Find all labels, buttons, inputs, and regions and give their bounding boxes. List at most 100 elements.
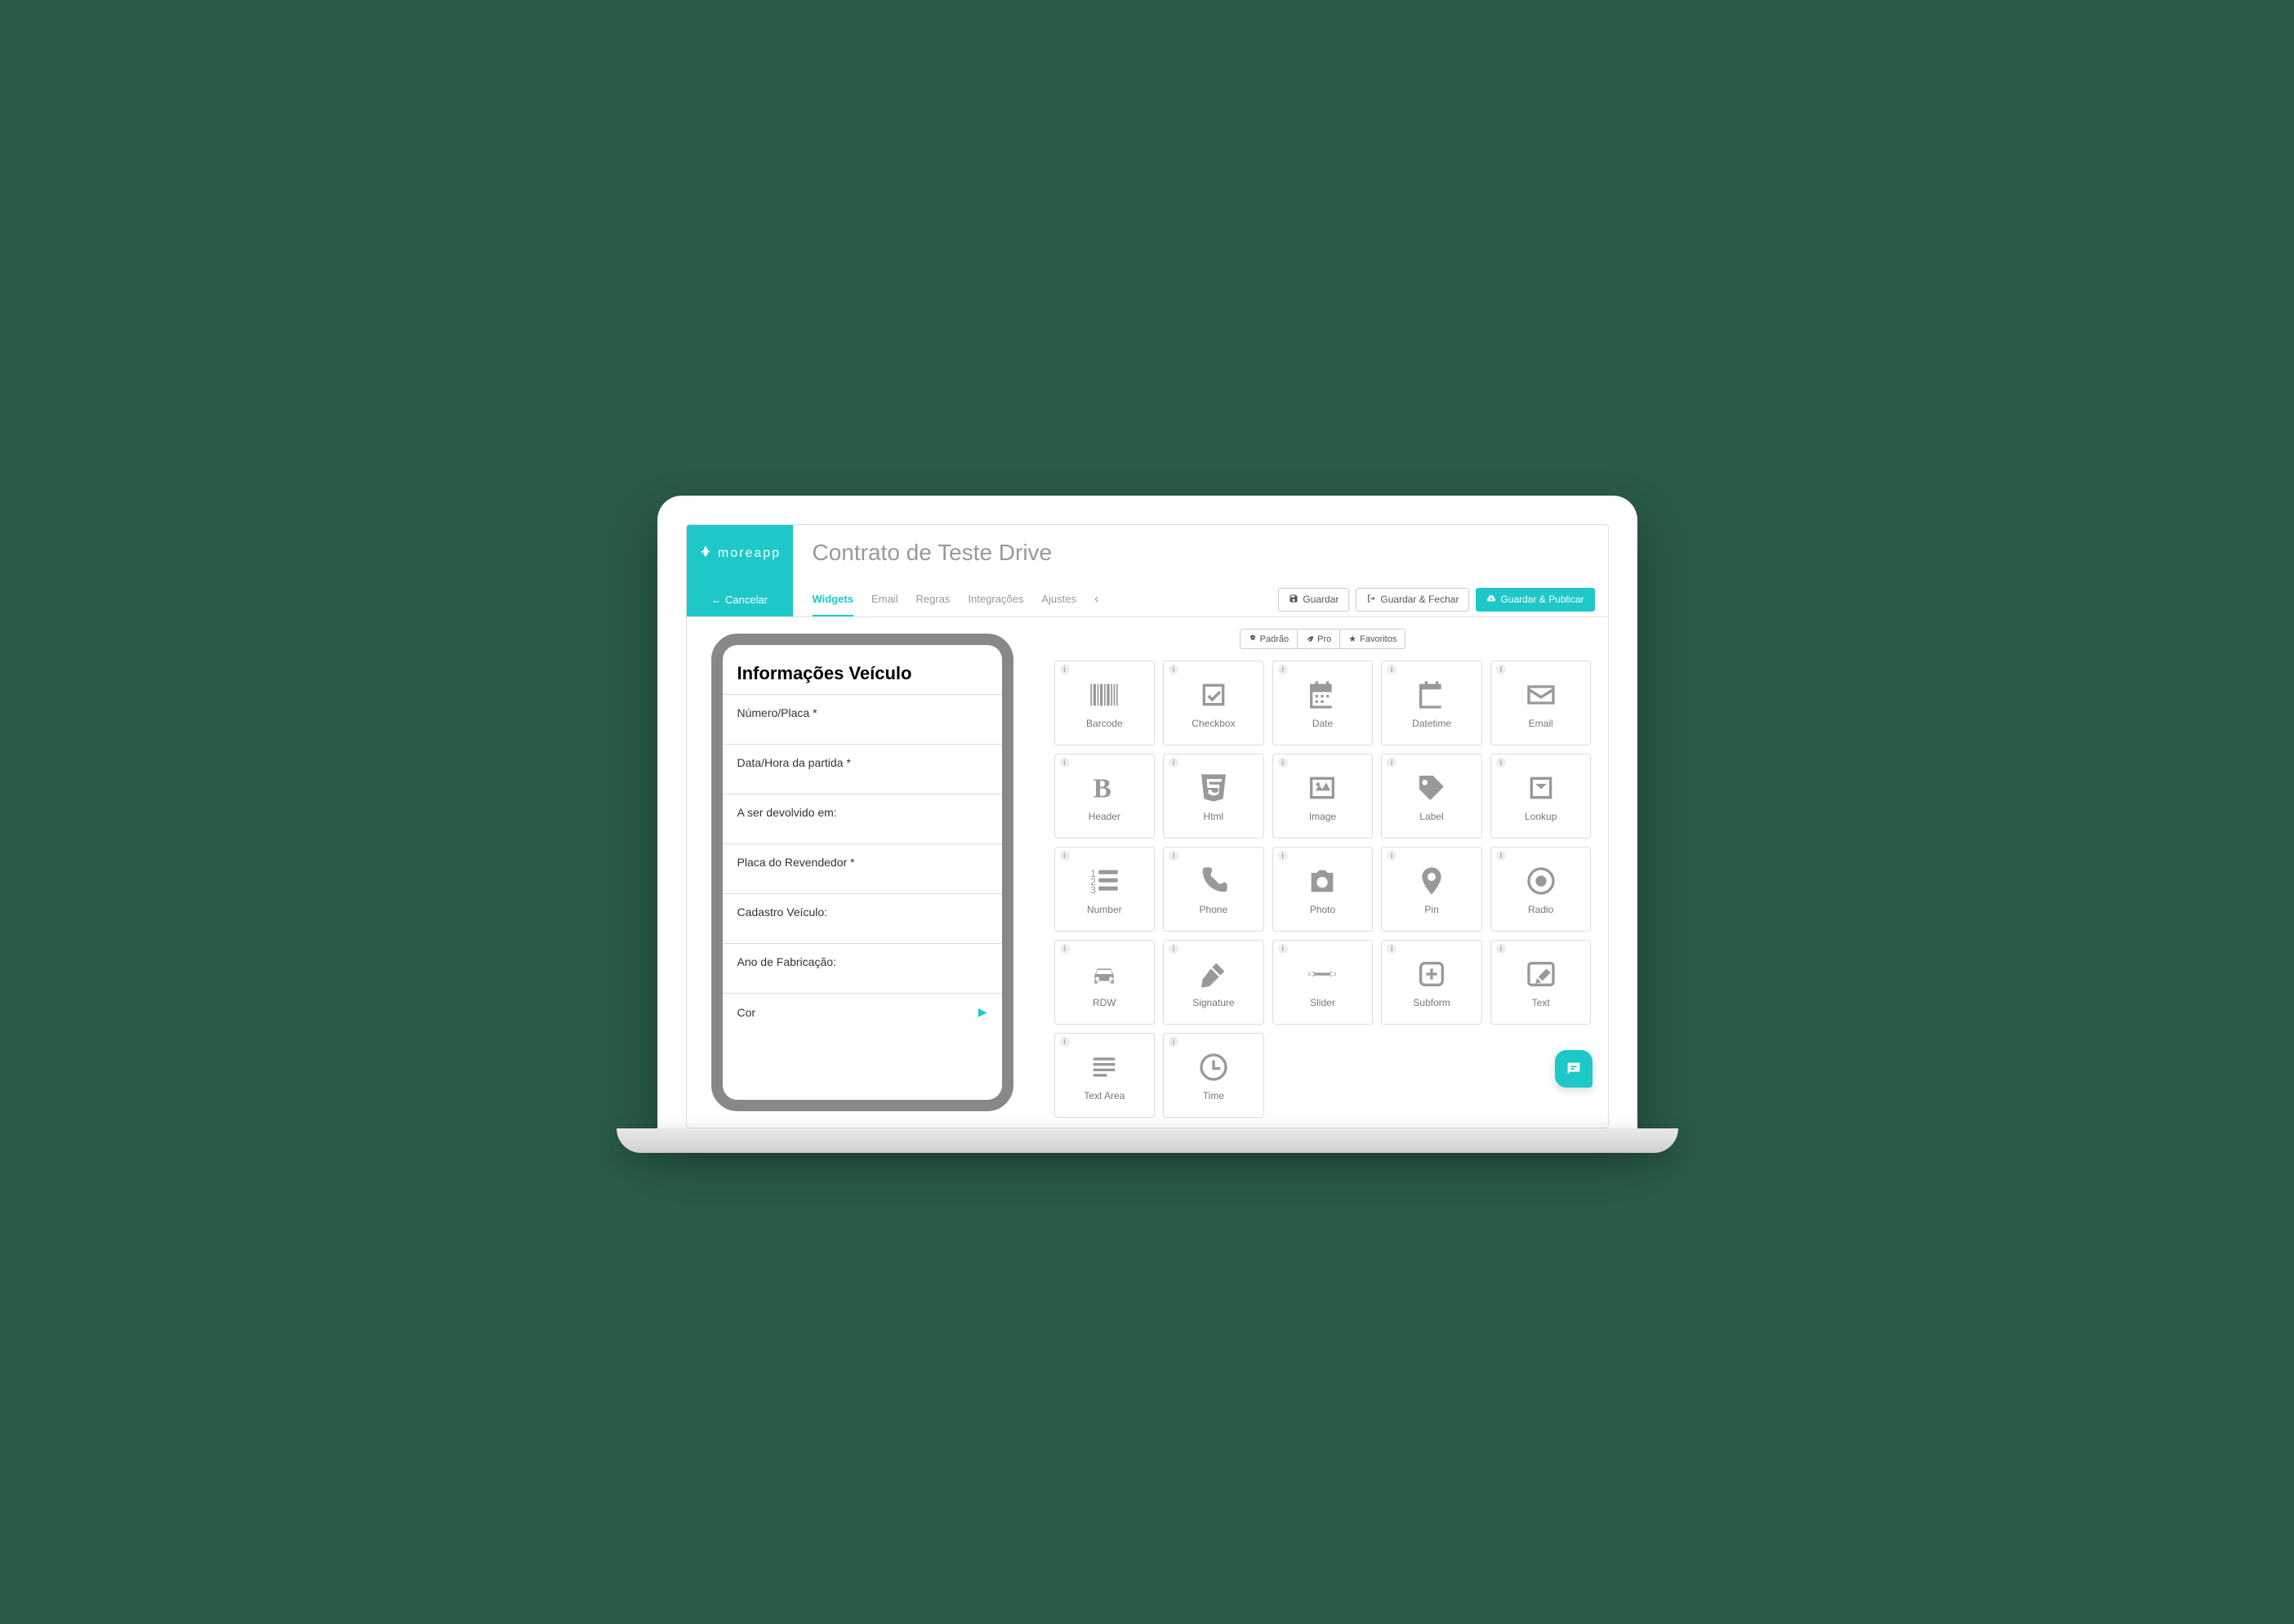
tab-widgets[interactable]: Widgets bbox=[813, 583, 853, 616]
info-icon[interactable]: i bbox=[1496, 851, 1506, 861]
info-icon[interactable]: i bbox=[1496, 758, 1506, 768]
widget-radio[interactable]: i Radio bbox=[1490, 847, 1592, 932]
info-icon[interactable]: i bbox=[1169, 851, 1178, 861]
filter-pro[interactable]: Pro bbox=[1298, 629, 1340, 649]
info-icon[interactable]: i bbox=[1278, 665, 1288, 674]
form-field-placa-revendedor[interactable]: Placa do Revendedor * bbox=[723, 843, 1002, 893]
text-icon bbox=[1523, 956, 1559, 992]
info-icon[interactable]: i bbox=[1060, 944, 1070, 954]
widget-rdw[interactable]: i RDW bbox=[1054, 940, 1156, 1025]
widget-slider[interactable]: iSlider bbox=[1272, 940, 1374, 1025]
widget-photo[interactable]: iPhoto bbox=[1272, 847, 1374, 932]
info-icon[interactable]: i bbox=[1387, 758, 1396, 768]
widget-html[interactable]: iHtml bbox=[1163, 754, 1264, 839]
photo-icon bbox=[1304, 863, 1340, 899]
widget-email[interactable]: i Email bbox=[1490, 661, 1592, 745]
widget-label: Phone bbox=[1200, 904, 1228, 915]
chat-fab[interactable] bbox=[1555, 1050, 1592, 1088]
widget-label: Text Area bbox=[1084, 1090, 1125, 1101]
textarea-icon bbox=[1086, 1049, 1122, 1085]
widget-label: Radio bbox=[1528, 904, 1553, 915]
widget-time[interactable]: iTime bbox=[1163, 1033, 1264, 1118]
widget-label: Email bbox=[1529, 718, 1553, 729]
form-field-cor[interactable]: Cor ▶ bbox=[723, 993, 1002, 1030]
play-icon: ▶ bbox=[978, 1005, 987, 1019]
info-icon[interactable]: i bbox=[1496, 665, 1506, 674]
widget-subform[interactable]: i Subform bbox=[1381, 940, 1482, 1025]
page-title: Contrato de Teste Drive bbox=[813, 540, 1588, 566]
phone-icon bbox=[1196, 863, 1232, 899]
filter-default[interactable]: Padrão bbox=[1240, 629, 1298, 649]
info-icon[interactable]: i bbox=[1060, 665, 1070, 674]
pin-icon bbox=[1414, 863, 1450, 899]
arrow-left-icon: ← bbox=[711, 594, 722, 606]
form-field-devolvido[interactable]: A ser devolvido em: bbox=[723, 794, 1002, 843]
widget-label: Subform bbox=[1413, 997, 1450, 1008]
info-icon[interactable]: i bbox=[1169, 1037, 1178, 1047]
widget-date[interactable]: iDate bbox=[1272, 661, 1374, 745]
form-field-ano[interactable]: Ano de Fabricação: bbox=[723, 943, 1002, 993]
cancel-button[interactable]: ← Cancelar bbox=[711, 594, 768, 606]
form-field-numero-placa[interactable]: Número/Placa * bbox=[723, 694, 1002, 744]
time-icon bbox=[1196, 1049, 1232, 1085]
info-icon[interactable]: i bbox=[1060, 851, 1070, 861]
filter-favorites[interactable]: ★ Favoritos bbox=[1340, 629, 1405, 649]
tab-settings[interactable]: Ajustes bbox=[1041, 583, 1076, 616]
info-icon[interactable]: i bbox=[1387, 851, 1396, 861]
info-icon[interactable]: i bbox=[1060, 1037, 1070, 1047]
widget-text[interactable]: iText bbox=[1490, 940, 1592, 1025]
tab-rules[interactable]: Regras bbox=[915, 583, 950, 616]
date-icon bbox=[1304, 677, 1340, 713]
widget-label: Header bbox=[1089, 811, 1120, 822]
info-icon[interactable]: i bbox=[1169, 944, 1178, 954]
widget-signature[interactable]: i Signature bbox=[1163, 940, 1264, 1025]
chat-icon bbox=[1565, 1060, 1583, 1078]
widget-filter-group: Padrão Pro ★ Favoritos bbox=[1054, 629, 1592, 649]
widget-label: Barcode bbox=[1086, 718, 1123, 729]
save-close-button[interactable]: Guardar & Fechar bbox=[1356, 588, 1469, 612]
logo-text: moreapp bbox=[718, 546, 781, 561]
logo: moreapp bbox=[687, 525, 793, 582]
widget-label[interactable]: iLabel bbox=[1381, 754, 1482, 839]
info-icon[interactable]: i bbox=[1278, 758, 1288, 768]
widget-pin[interactable]: i Pin bbox=[1381, 847, 1482, 932]
widgets-column: Padrão Pro ★ Favoritos i Barcode i Checkbox… bbox=[1038, 617, 1608, 1128]
info-icon[interactable]: i bbox=[1060, 758, 1070, 768]
form-field-cadastro[interactable]: Cadastro Veículo: bbox=[723, 893, 1002, 943]
tab-integrations[interactable]: Integrações bbox=[968, 583, 1023, 616]
widget-label: Signature bbox=[1192, 997, 1234, 1008]
form-field-data-hora[interactable]: Data/Hora da partida * bbox=[723, 744, 1002, 794]
info-icon[interactable]: i bbox=[1387, 944, 1396, 954]
info-icon[interactable]: i bbox=[1278, 851, 1288, 861]
signature-icon bbox=[1196, 956, 1232, 992]
info-icon[interactable]: i bbox=[1278, 944, 1288, 954]
widget-lookup[interactable]: iLookup bbox=[1490, 754, 1592, 839]
widget-label: RDW bbox=[1093, 997, 1116, 1008]
rdw-icon bbox=[1086, 956, 1122, 992]
lookup-icon bbox=[1523, 770, 1559, 806]
info-icon[interactable]: i bbox=[1387, 665, 1396, 674]
widget-header[interactable]: iBHeader bbox=[1054, 754, 1156, 839]
widget-image[interactable]: i Image bbox=[1272, 754, 1374, 839]
phone-preview: Informações Veículo Número/Placa * Data/… bbox=[711, 634, 1013, 1111]
widget-label: Pin bbox=[1424, 904, 1438, 915]
logout-icon bbox=[1366, 594, 1376, 606]
save-button[interactable]: Guardar bbox=[1278, 588, 1349, 612]
save-icon bbox=[1289, 594, 1298, 606]
widget-phone[interactable]: i Phone bbox=[1163, 847, 1264, 932]
widget-textarea[interactable]: i Text Area bbox=[1054, 1033, 1156, 1118]
info-icon[interactable]: i bbox=[1496, 944, 1506, 954]
info-icon[interactable]: i bbox=[1169, 665, 1178, 674]
widget-label: Image bbox=[1309, 811, 1336, 822]
chevron-left-icon[interactable]: ‹ bbox=[1094, 592, 1098, 607]
info-icon[interactable]: i bbox=[1169, 758, 1178, 768]
widget-label: Checkbox bbox=[1192, 718, 1235, 729]
widget-datetime[interactable]: iDatetime bbox=[1381, 661, 1482, 745]
svg-text:3: 3 bbox=[1091, 885, 1096, 896]
action-buttons: Guardar Guardar & Fechar Guardar & Publi… bbox=[1278, 588, 1607, 612]
widget-checkbox[interactable]: i Checkbox bbox=[1163, 661, 1264, 745]
widget-number[interactable]: i123Number bbox=[1054, 847, 1156, 932]
save-publish-button[interactable]: Guardar & Publicar bbox=[1476, 588, 1594, 612]
widget-barcode[interactable]: i Barcode bbox=[1054, 661, 1156, 745]
tab-email[interactable]: Email bbox=[871, 583, 898, 616]
